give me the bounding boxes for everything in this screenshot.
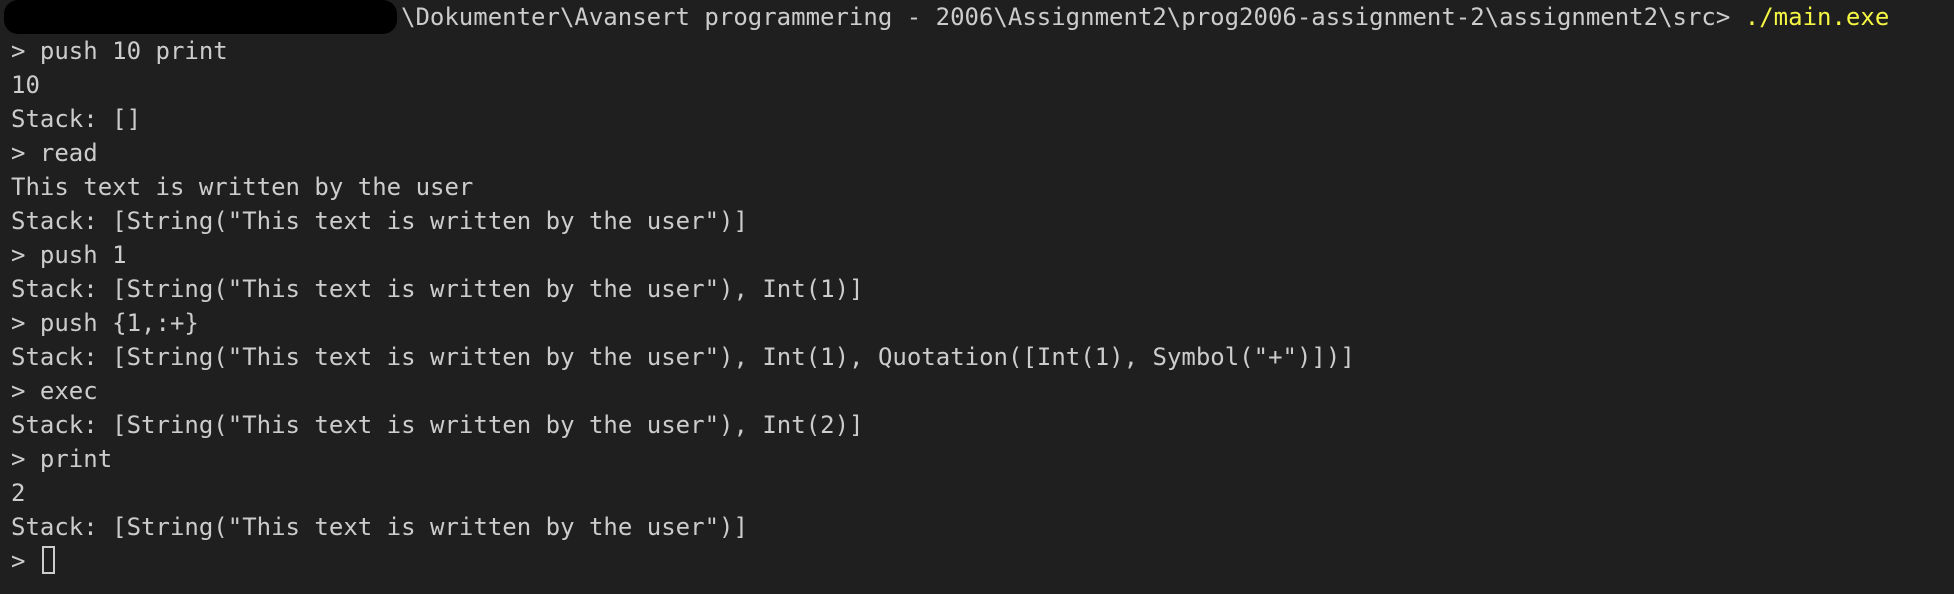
output-line: Stack: [String("This text is written by … <box>11 275 864 303</box>
output-line: > print <box>11 445 113 473</box>
input-prompt: > <box>11 547 26 575</box>
output-line: > exec <box>11 377 98 405</box>
terminal-window[interactable]: \Dokumenter\Avansert programmering - 200… <box>0 0 1954 594</box>
output-line: Stack: [String("This text is written by … <box>11 343 1355 371</box>
output-line: > read <box>11 139 98 167</box>
input-line[interactable]: > <box>11 544 1954 578</box>
output-line: Stack: [String("This text is written by … <box>11 513 748 541</box>
output-line: 10 <box>11 71 40 99</box>
text-cursor[interactable] <box>41 546 55 574</box>
output-line: 2 <box>11 479 26 507</box>
output-line: Stack: [String("This text is written by … <box>11 207 748 235</box>
redacted-path-block <box>4 0 397 34</box>
output-line: > push 10 print <box>11 37 228 65</box>
executed-command: ./main.exe <box>1744 3 1890 31</box>
output-line: > push {1,:+} <box>11 309 199 337</box>
output-line: This text is written by the user <box>11 173 474 201</box>
output-line: > push 1 <box>11 241 127 269</box>
prompt-path: \Dokumenter\Avansert programmering - 200… <box>401 3 1731 31</box>
output-line: Stack: [String("This text is written by … <box>11 411 864 439</box>
output-line: Stack: [] <box>11 105 142 133</box>
shell-prompt-line: \Dokumenter\Avansert programmering - 200… <box>4 0 1954 34</box>
